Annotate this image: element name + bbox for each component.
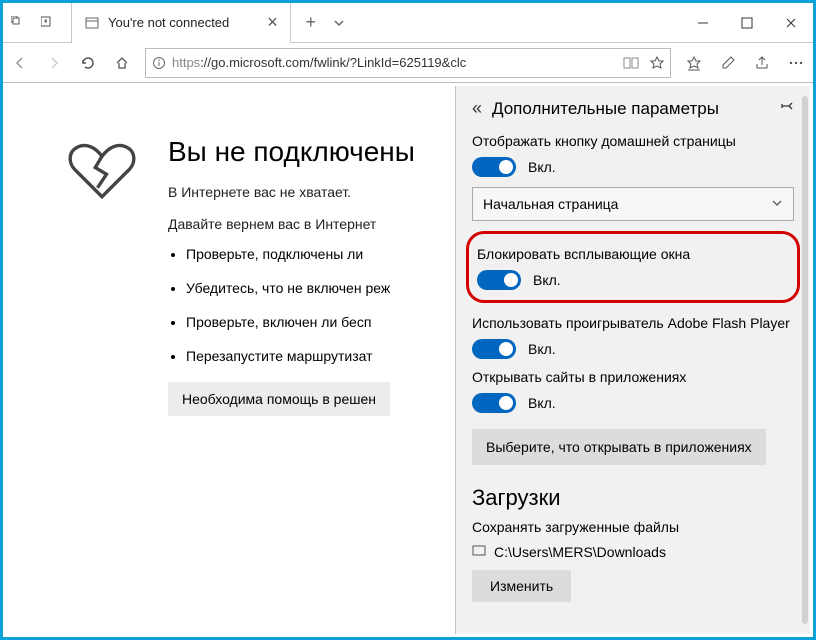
panel-scrollbar[interactable]: [802, 96, 808, 624]
refresh-icon[interactable]: [71, 43, 105, 83]
startup-select[interactable]: Начальная страница: [472, 187, 794, 221]
list-item: Проверьте, включен ли бесп: [186, 314, 415, 330]
panel-back-icon[interactable]: «: [472, 98, 482, 119]
toggle-state: Вкл.: [528, 341, 556, 357]
new-tab-icon[interactable]: +: [297, 3, 325, 43]
popup-toggle-row: Вкл.: [477, 270, 789, 290]
toggle-state: Вкл.: [528, 395, 556, 411]
downloads-path: C:\Users\MERS\Downloads: [494, 544, 666, 560]
tab-dropdown-icon[interactable]: [325, 3, 353, 43]
pin-icon[interactable]: [780, 99, 794, 118]
home-button-label: Отображать кнопку домашней страницы: [472, 133, 794, 149]
window-controls: [681, 3, 813, 43]
select-value: Начальная страница: [483, 196, 618, 212]
page-subtext-2: Давайте вернем вас в Интернет: [168, 216, 415, 232]
browser-tab[interactable]: You're not connected ×: [71, 3, 291, 43]
popup-block-label: Блокировать всплывающие окна: [477, 246, 789, 262]
list-item: Проверьте, подключены ли: [186, 246, 415, 262]
favorites-list-icon[interactable]: [677, 43, 711, 83]
site-info-icon[interactable]: [146, 56, 172, 70]
downloads-heading: Загрузки: [472, 485, 794, 511]
titlebar: You're not connected × +: [3, 3, 813, 43]
apps-label: Открывать сайты в приложениях: [472, 369, 794, 385]
set-aside-icon[interactable]: [33, 3, 63, 43]
apps-toggle[interactable]: [472, 393, 516, 413]
share-icon[interactable]: [745, 43, 779, 83]
downloads-path-row: C:\Users\MERS\Downloads: [472, 543, 794, 560]
tab-close-icon[interactable]: ×: [267, 12, 278, 33]
highlighted-popup-section: Блокировать всплывающие окна Вкл.: [466, 231, 800, 303]
tab-actions: +: [297, 3, 353, 43]
toggle-state: Вкл.: [528, 159, 556, 175]
flash-toggle[interactable]: [472, 339, 516, 359]
url-text: https://go.microsoft.com/fwlink/?LinkId=…: [172, 55, 618, 70]
toggle-state: Вкл.: [533, 272, 561, 288]
address-bar: https://go.microsoft.com/fwlink/?LinkId=…: [3, 43, 813, 83]
minimize-icon[interactable]: [681, 3, 725, 43]
tab-title: You're not connected: [108, 15, 229, 30]
panel-title: Дополнительные параметры: [492, 99, 780, 119]
folder-icon: [472, 543, 486, 560]
set-aside-group: [3, 3, 63, 43]
page-heading: Вы не подключены: [168, 136, 415, 168]
downloads-sub: Сохранять загруженные файлы: [472, 519, 794, 535]
panel-header: « Дополнительные параметры: [472, 98, 794, 119]
reading-view-icon[interactable]: [618, 56, 644, 70]
close-icon[interactable]: [769, 3, 813, 43]
home-button-toggle[interactable]: [472, 157, 516, 177]
apps-toggle-row: Вкл.: [472, 393, 794, 413]
favorite-icon[interactable]: [644, 56, 670, 70]
tab-favicon-icon: [84, 15, 100, 31]
notes-icon[interactable]: [711, 43, 745, 83]
home-icon[interactable]: [105, 43, 139, 83]
help-button[interactable]: Необходима помощь в решен: [168, 382, 390, 416]
choose-apps-button[interactable]: Выберите, что открывать в приложениях: [472, 429, 766, 465]
page-subtext-1: В Интернете вас не хватает.: [168, 184, 415, 200]
back-icon[interactable]: [3, 43, 37, 83]
home-button-toggle-row: Вкл.: [472, 157, 794, 177]
flash-label: Использовать проигрыватель Adobe Flash P…: [472, 315, 794, 331]
maximize-icon[interactable]: [725, 3, 769, 43]
change-button[interactable]: Изменить: [472, 570, 571, 602]
list-item: Перезапустите маршрутизат: [186, 348, 415, 364]
forward-icon: [37, 43, 71, 83]
chevron-down-icon: [771, 196, 783, 212]
advanced-settings-panel: « Дополнительные параметры Отображать кн…: [455, 86, 810, 634]
content-area: Вы не подключены В Интернете вас не хват…: [6, 86, 810, 634]
tabs-preview-icon[interactable]: [3, 3, 33, 43]
popup-toggle[interactable]: [477, 270, 521, 290]
suggestion-list: Проверьте, подключены ли Убедитесь, что …: [186, 246, 415, 364]
flash-toggle-row: Вкл.: [472, 339, 794, 359]
broken-heart-icon: [66, 136, 138, 208]
list-item: Убедитесь, что не включен реж: [186, 280, 415, 296]
settings-more-icon[interactable]: [779, 43, 813, 83]
url-input[interactable]: https://go.microsoft.com/fwlink/?LinkId=…: [145, 48, 671, 78]
